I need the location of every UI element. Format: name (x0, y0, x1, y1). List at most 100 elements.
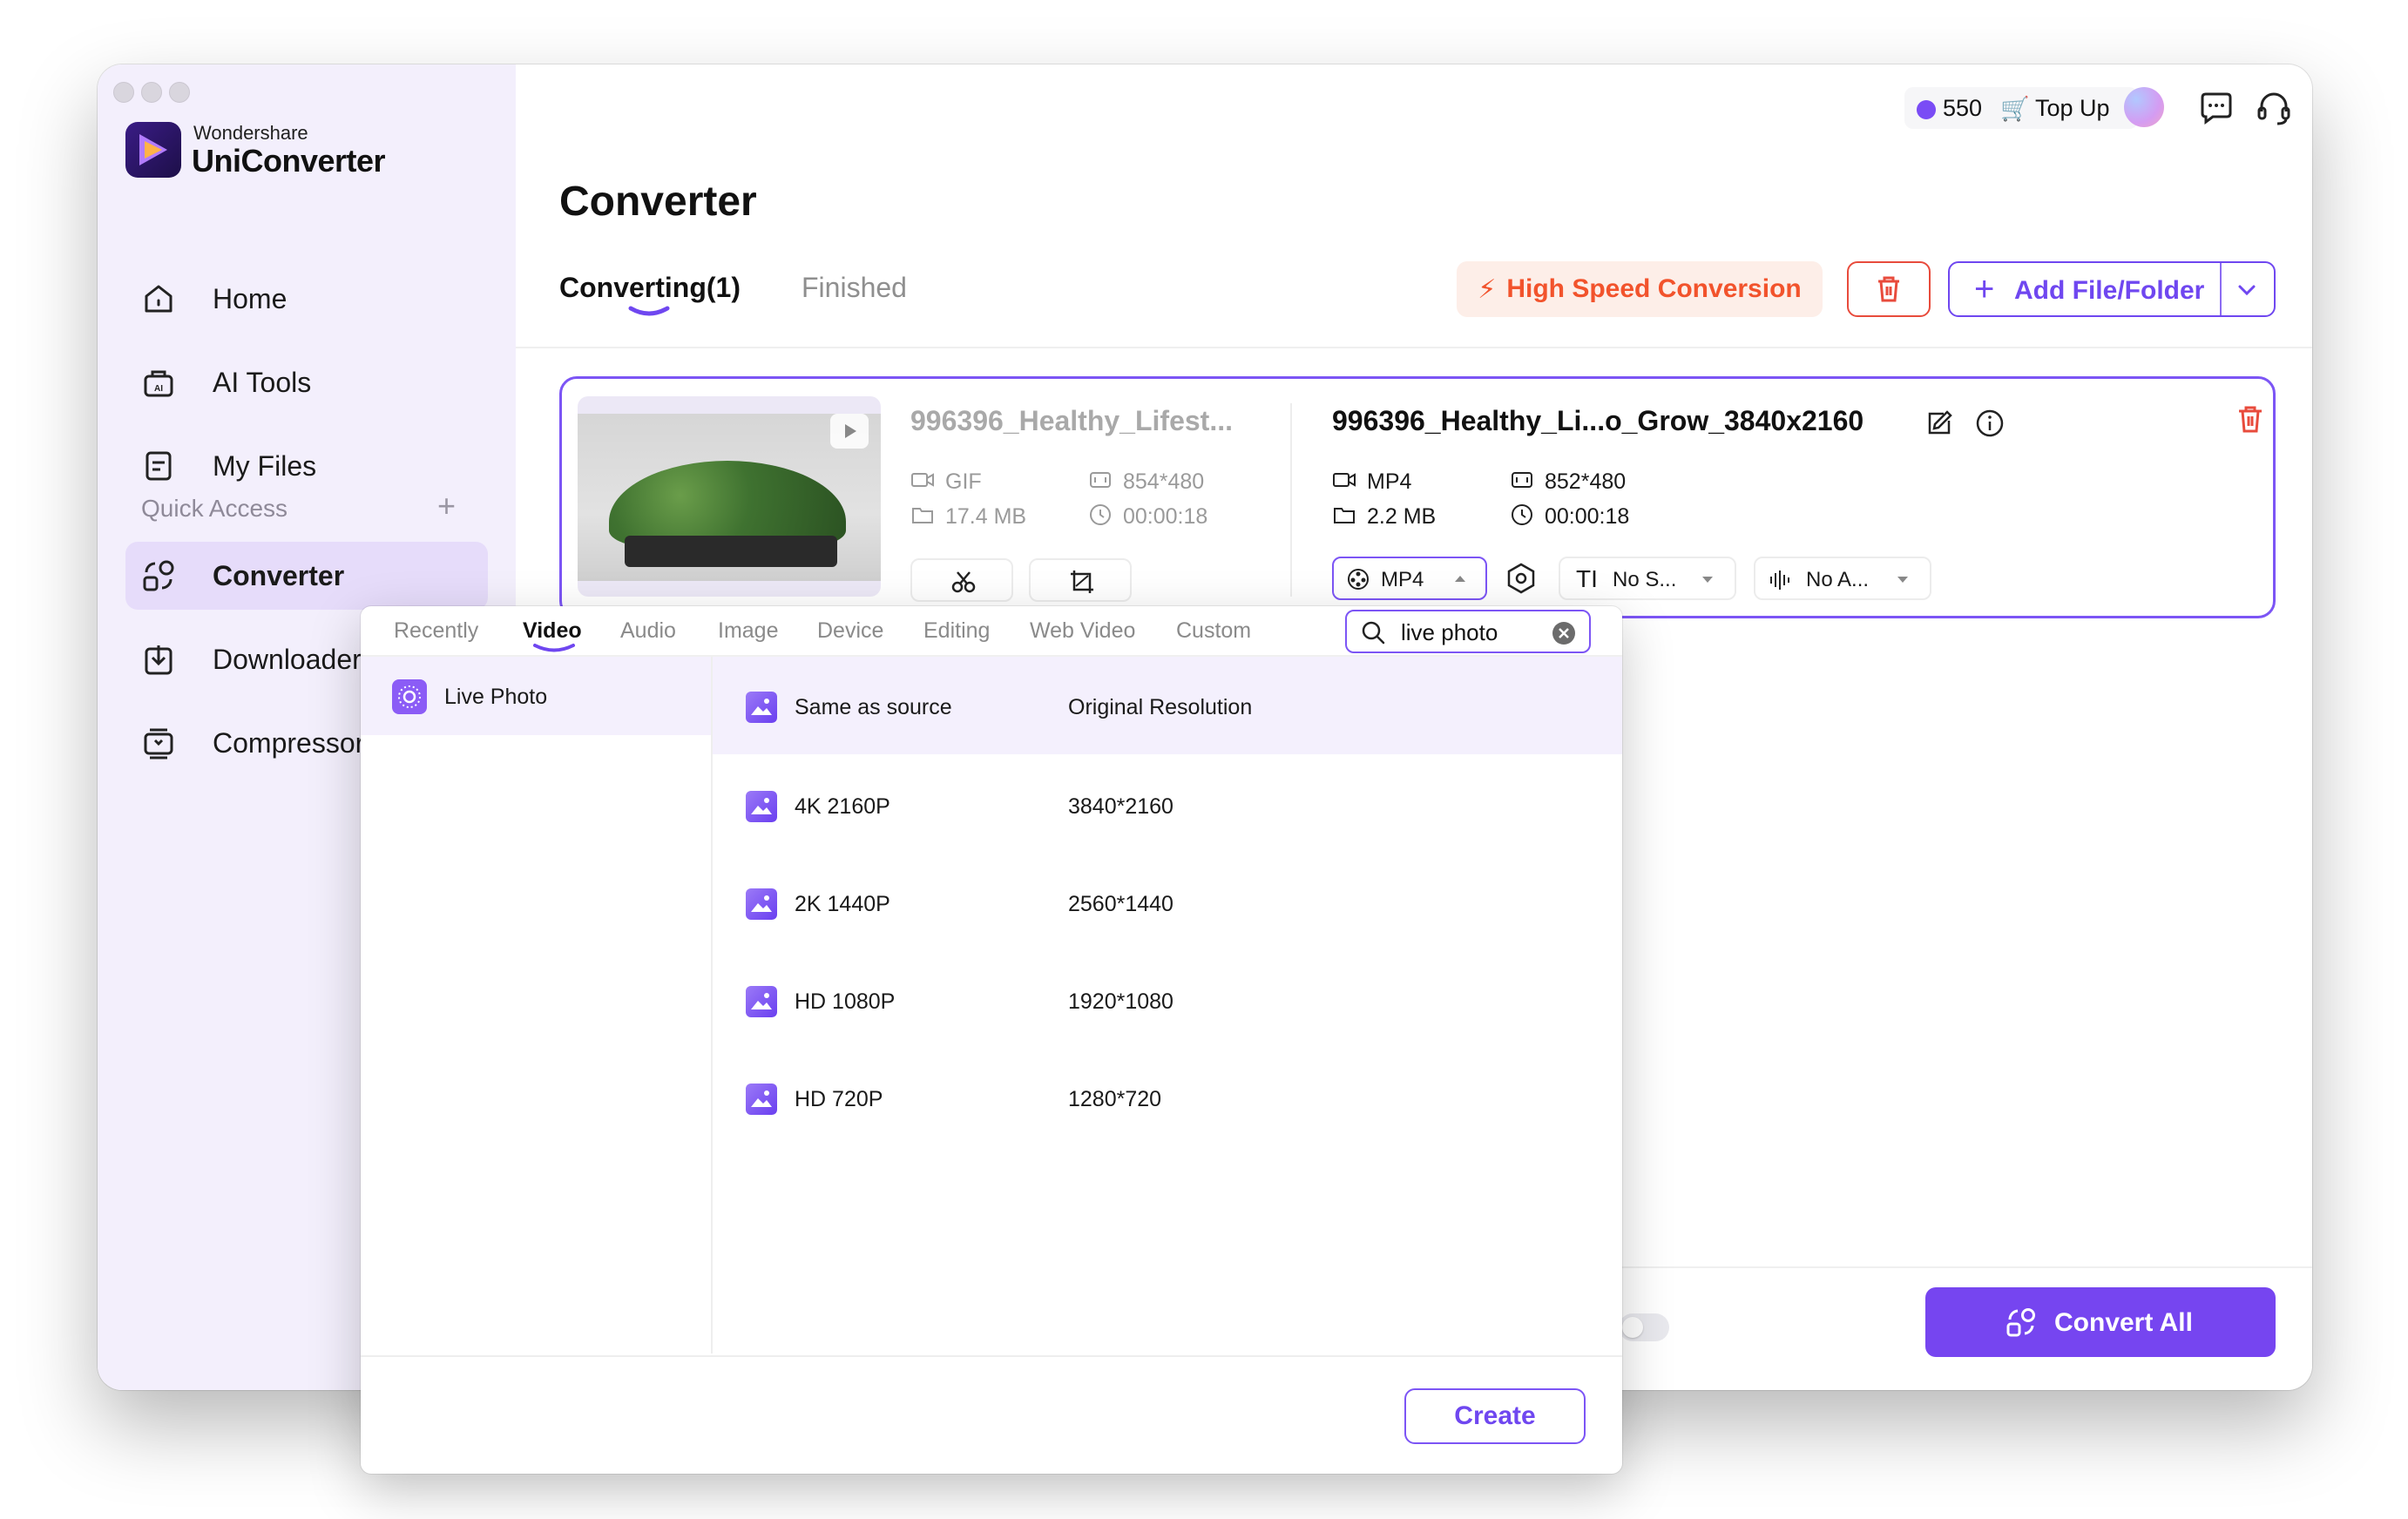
edit-name-icon[interactable] (1924, 408, 1954, 438)
preset-row[interactable]: HD 720P 1280*720 (713, 1049, 1622, 1146)
preset-row[interactable]: 4K 2160P 3840*2160 (713, 756, 1622, 854)
brand-product: UniConverter (192, 143, 386, 179)
video-format-icon (1333, 473, 1356, 487)
top-up-button[interactable]: Top Up (2035, 95, 2110, 122)
high-speed-conversion-button[interactable]: ⚡ High Speed Conversion (1457, 261, 1823, 317)
tab-custom[interactable]: Custom (1176, 618, 1251, 644)
video-thumbnail[interactable] (578, 396, 881, 597)
convert-all-label: Convert All (2054, 1308, 2193, 1337)
clock-icon (1090, 504, 1111, 525)
crop-button[interactable] (1029, 558, 1132, 602)
source-duration: 00:00:18 (1123, 504, 1208, 529)
sidebar-item-my-files[interactable]: My Files (125, 432, 516, 500)
target-size: 2.2 MB (1367, 504, 1437, 529)
sidebar-item-label: AI Tools (213, 367, 312, 398)
brand-company: Wondershare (193, 122, 308, 144)
high-speed-label: High Speed Conversion (1506, 274, 1802, 303)
audio-track-value: No A... (1806, 568, 1870, 591)
output-format-select[interactable]: MP4 (1332, 557, 1487, 600)
film-reel-icon (1348, 569, 1369, 590)
settings-hexagon-icon[interactable] (1505, 562, 1538, 595)
tab-audio[interactable]: Audio (620, 618, 676, 644)
image-preset-icon (746, 692, 777, 723)
tab-finished[interactable]: Finished (802, 272, 907, 304)
file-card: 996396_Healthy_Lifest... GIF 854*480 17.… (559, 376, 2276, 618)
output-format-value: MP4 (1381, 568, 1424, 591)
image-preset-icon (746, 1084, 777, 1115)
preset-name: 4K 2160P (795, 794, 890, 819)
info-icon[interactable] (1975, 408, 2005, 438)
audio-track-select[interactable]: No A... (1754, 557, 1931, 600)
tab-web-video[interactable]: Web Video (1030, 618, 1135, 644)
tab-device[interactable]: Device (817, 618, 883, 644)
preset-name: 2K 1440P (795, 892, 890, 916)
scissors-icon (951, 571, 976, 593)
sidebar-item-home[interactable]: Home (125, 265, 516, 333)
resolution-icon (1512, 472, 1532, 488)
preset-row[interactable]: Same as source Original Resolution (713, 657, 1622, 754)
caret-up-icon (1455, 576, 1465, 582)
chevron-down-icon[interactable] (2234, 277, 2260, 303)
sidebar-item-label: Downloader (213, 644, 362, 675)
tab-converting[interactable]: Converting(1) (559, 272, 741, 304)
create-preset-button[interactable]: Create (1404, 1388, 1586, 1444)
tab-editing[interactable]: Editing (923, 618, 990, 644)
folder-icon (1334, 508, 1355, 523)
credits-bar: 550 🛒 Top Up (1904, 87, 2138, 129)
home-icon (145, 285, 172, 313)
converter-icon (143, 560, 174, 591)
window-zoom-button[interactable] (169, 82, 190, 103)
image-preset-icon (746, 986, 777, 1017)
add-file-folder-button[interactable]: + Add File/Folder (1948, 261, 2276, 317)
preset-resolution: 1920*1080 (1068, 989, 1174, 1014)
sidebar-item-label: Compressor (213, 727, 365, 759)
support-headset-icon[interactable] (2255, 89, 2293, 127)
window-close-button[interactable] (113, 82, 134, 103)
search-icon (1362, 621, 1385, 645)
delete-all-button[interactable] (1847, 261, 1931, 317)
format-search-input[interactable] (1401, 617, 1540, 648)
preset-row[interactable]: HD 1080P 1920*1080 (713, 951, 1622, 1049)
header-divider (516, 347, 2312, 348)
category-live-photo[interactable]: Live Photo (361, 657, 711, 735)
sidebar-item-ai-tools[interactable]: AI AI Tools (125, 348, 516, 416)
sidebar-item-label: Home (213, 283, 287, 314)
play-preview-icon[interactable] (830, 414, 869, 449)
delete-file-icon[interactable] (2235, 403, 2266, 435)
quick-access-add-button[interactable]: + (437, 488, 456, 524)
message-icon[interactable] (2197, 89, 2236, 127)
preset-name: HD 720P (795, 1087, 883, 1111)
resolution-icon (1090, 472, 1111, 488)
tab-recently[interactable]: Recently (394, 618, 478, 644)
preset-resolution: 3840*2160 (1068, 794, 1174, 819)
source-format: GIF (945, 469, 982, 494)
trim-button[interactable] (910, 558, 1013, 602)
sidebar-item-label: My Files (213, 450, 317, 482)
app-logo (125, 122, 181, 178)
clear-search-icon[interactable] (1552, 622, 1575, 645)
convert-icon (2006, 1308, 2035, 1337)
target-format: MP4 (1367, 469, 1412, 494)
image-preset-icon (746, 888, 777, 920)
tab-image[interactable]: Image (718, 618, 778, 644)
user-avatar[interactable] (2124, 87, 2164, 127)
tab-video[interactable]: Video (523, 618, 582, 644)
live-photo-icon (392, 679, 427, 714)
thumbnail-image (609, 461, 846, 548)
target-file-name: 996396_Healthy_Li...o_Grow_3840x2160 (1332, 405, 1864, 436)
quick-access-label: Quick Access (141, 495, 288, 522)
image-preset-icon (746, 791, 777, 822)
target-duration: 00:00:18 (1545, 504, 1630, 529)
credit-coin-icon (1917, 100, 1936, 119)
merge-files-toggle[interactable] (1619, 1313, 1669, 1341)
preset-name: HD 1080P (795, 989, 896, 1014)
format-search-box[interactable] (1345, 610, 1591, 653)
caret-down-icon (1702, 577, 1713, 583)
window-minimize-button[interactable] (141, 82, 162, 103)
format-category-list: Live Photo (361, 657, 713, 1354)
preset-row[interactable]: 2K 1440P 2560*1440 (713, 854, 1622, 951)
subtitle-select[interactable]: TI No S... (1559, 557, 1736, 600)
my-files-icon (145, 451, 172, 481)
sidebar-item-converter[interactable]: Converter (125, 542, 488, 610)
convert-all-button[interactable]: Convert All (1925, 1287, 2276, 1357)
